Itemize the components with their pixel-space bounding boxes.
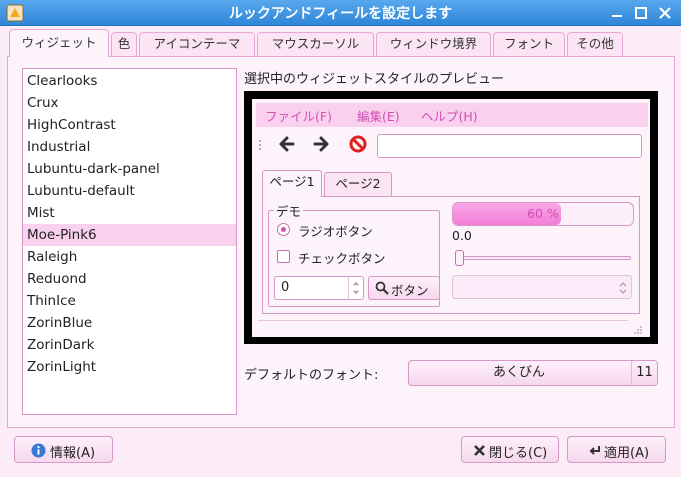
preview-label: 選択中のウィジェットスタイルのプレビュー bbox=[244, 72, 505, 87]
scale-track[interactable] bbox=[455, 256, 631, 260]
radio-label: ラジオボタン bbox=[298, 224, 373, 239]
list-item[interactable]: HighContrast bbox=[23, 114, 236, 136]
list-item[interactable]: Reduond bbox=[23, 268, 236, 290]
list-item[interactable]: Industrial bbox=[23, 136, 236, 158]
spin-arrows-icon[interactable] bbox=[348, 277, 363, 299]
check-label: チェックボタン bbox=[298, 251, 386, 266]
preview-combobox[interactable] bbox=[452, 275, 632, 299]
stop-icon[interactable] bbox=[347, 133, 369, 155]
list-item-selected[interactable]: Moe-Pink6 bbox=[23, 224, 236, 246]
preview-entry[interactable] bbox=[377, 134, 642, 158]
return-arrow-icon bbox=[589, 446, 600, 455]
progress-bar: 60 % bbox=[452, 202, 634, 226]
tab-mouse-cursor[interactable]: マウスカーソル bbox=[257, 32, 374, 56]
minimize-icon[interactable] bbox=[608, 4, 626, 22]
font-size: 11 bbox=[631, 361, 657, 385]
preview-statusbar bbox=[258, 320, 628, 334]
chevron-updown-icon bbox=[619, 282, 627, 294]
maximize-icon[interactable] bbox=[632, 4, 650, 22]
tab-window-border[interactable]: ウィンドウ境界 bbox=[376, 32, 491, 56]
apply-button-label: 適用(A) bbox=[604, 446, 650, 461]
preview-tab-page1[interactable]: ページ1 bbox=[262, 170, 322, 197]
search-icon bbox=[375, 281, 389, 295]
forward-arrow-icon[interactable] bbox=[310, 133, 332, 155]
scale-slider[interactable] bbox=[455, 250, 464, 266]
close-button-label: 閉じる(C) bbox=[489, 446, 548, 461]
list-item[interactable]: Mist bbox=[23, 202, 236, 224]
window-title: ルックアンドフィールを設定します bbox=[228, 6, 453, 22]
close-button[interactable]: 閉じる(C) bbox=[461, 436, 559, 463]
tab-widget[interactable]: ウィジェット bbox=[9, 29, 109, 57]
scale-value: 0.0 bbox=[452, 228, 472, 243]
list-item[interactable]: Raleigh bbox=[23, 246, 236, 268]
list-item[interactable]: Crux bbox=[23, 92, 236, 114]
font-name: あくびん bbox=[492, 365, 545, 380]
resize-grip-icon[interactable] bbox=[631, 325, 643, 335]
default-font-label: デフォルトのフォント: bbox=[244, 368, 379, 383]
preview-button[interactable]: ボタン bbox=[368, 276, 440, 300]
menu-edit[interactable]: 編集(E) bbox=[357, 106, 400, 125]
list-item[interactable]: ZorinBlue bbox=[23, 312, 236, 334]
preview-button-label: ボタン bbox=[391, 283, 429, 298]
list-item[interactable]: Lubuntu-dark-panel bbox=[23, 158, 236, 180]
list-item[interactable]: Lubuntu-default bbox=[23, 180, 236, 202]
list-item[interactable]: ZorinDark bbox=[23, 334, 236, 356]
toolbar-grip-icon bbox=[259, 140, 261, 150]
list-item[interactable]: Clearlooks bbox=[23, 70, 236, 92]
theme-list[interactable]: Clearlooks Crux HighContrast Industrial … bbox=[22, 68, 237, 415]
check-button[interactable] bbox=[277, 250, 290, 263]
apply-button[interactable]: 適用(A) bbox=[567, 436, 666, 463]
about-button-label: 情報(A) bbox=[50, 446, 96, 461]
tab-icon-theme[interactable]: アイコンテーマ bbox=[139, 32, 255, 56]
tab-other[interactable]: その他 bbox=[567, 32, 623, 56]
list-item[interactable]: ZorinLight bbox=[23, 356, 236, 378]
radio-button[interactable] bbox=[277, 223, 290, 236]
close-icon[interactable] bbox=[656, 4, 674, 22]
about-button[interactable]: 情報(A) bbox=[14, 436, 113, 463]
list-item[interactable]: ThinIce bbox=[23, 290, 236, 312]
info-icon bbox=[31, 443, 46, 458]
tab-font[interactable]: フォント bbox=[493, 32, 565, 56]
progress-text: 60 % bbox=[527, 206, 559, 221]
font-chooser-button[interactable]: あくびん 11 bbox=[408, 360, 658, 386]
menu-file[interactable]: ファイル(F) bbox=[265, 106, 332, 125]
close-x-icon bbox=[474, 445, 485, 456]
tab-color[interactable]: 色 bbox=[111, 32, 137, 56]
back-arrow-icon[interactable] bbox=[276, 133, 298, 155]
menu-help[interactable]: ヘルプ(H) bbox=[421, 106, 478, 125]
spin-value: 0 bbox=[281, 280, 290, 295]
preview-tab-page2[interactable]: ページ2 bbox=[324, 172, 392, 196]
demo-frame-title: デモ bbox=[274, 201, 304, 220]
